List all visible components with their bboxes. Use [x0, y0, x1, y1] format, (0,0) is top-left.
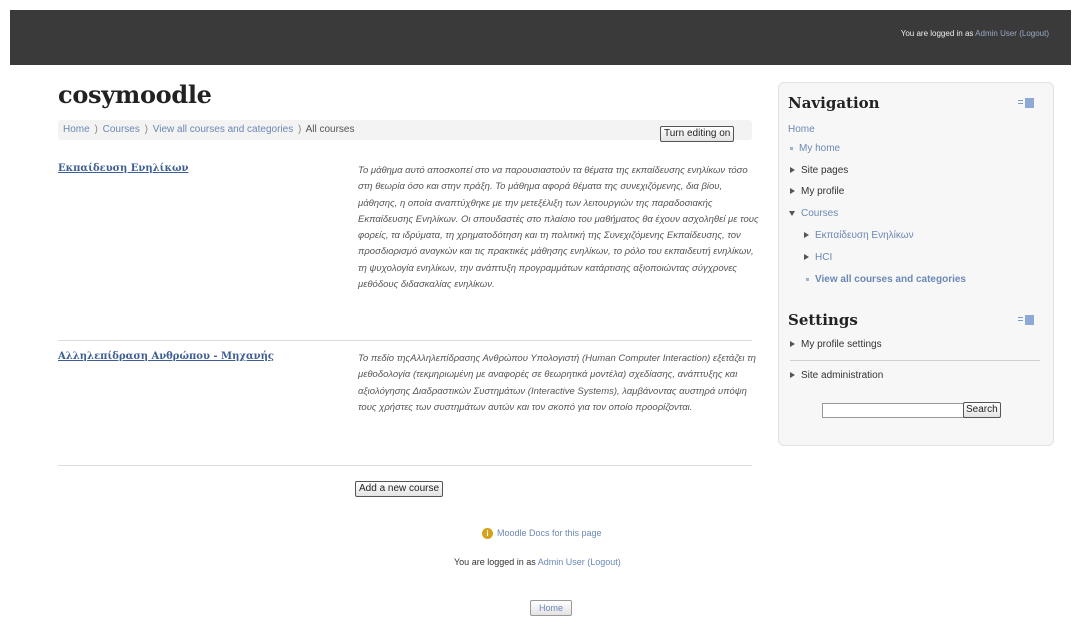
triangle-right-icon [790, 341, 795, 348]
nav-item-site-pages[interactable]: Site pages [790, 165, 848, 176]
triangle-down-icon [789, 210, 795, 216]
home-button[interactable]: Home [530, 600, 573, 616]
breadcrumb-current: All courses [305, 124, 355, 135]
bullet-icon [790, 146, 793, 150]
breadcrumb-separator: ) [94, 124, 98, 135]
nav-home-link[interactable]: Home [788, 124, 815, 135]
nav-view-all-link[interactable]: View all courses and categories [815, 274, 966, 285]
nav-item-course-adult-education[interactable]: Εκπαίδευση Ενηλίκων [804, 230, 914, 241]
triangle-right-icon [790, 188, 795, 195]
breadcrumb-bar: Home ) Courses ) View all courses and ca… [58, 120, 752, 140]
settings-item-my-profile-settings[interactable]: My profile settings [790, 339, 882, 350]
nav-item-my-profile[interactable]: My profile [790, 186, 844, 197]
nav-course-1-link[interactable]: Εκπαίδευση Ενηλίκων [815, 230, 914, 241]
nav-courses-link[interactable]: Courses [801, 208, 838, 219]
top-header-bar: You are logged in as Admin User (Logout) [10, 10, 1071, 65]
triangle-right-icon [790, 167, 795, 174]
breadcrumb-view-all[interactable]: View all courses and categories [153, 124, 293, 135]
site-title: cosymoodle [58, 80, 212, 109]
add-new-course-button[interactable]: Add a new course [355, 481, 444, 497]
course-divider [58, 340, 752, 341]
settings-item-site-administration[interactable]: Site administration [790, 370, 883, 381]
nav-item-course-hci[interactable]: HCI [804, 252, 832, 263]
header-login-prefix: You are logged in as [900, 29, 976, 38]
my-profile-settings-label: My profile settings [801, 339, 882, 350]
settings-divider [790, 360, 1040, 361]
breadcrumb-home[interactable]: Home [63, 124, 90, 135]
moodle-docs-icon: i [482, 528, 493, 540]
dock-block-icon[interactable] [1018, 315, 1034, 325]
triangle-right-icon [790, 372, 795, 379]
nav-my-home-link[interactable]: My home [799, 143, 840, 154]
settings-block-title: Settings [788, 311, 858, 329]
dock-block-icon[interactable] [1018, 98, 1034, 108]
course-divider [58, 465, 752, 466]
course-row: Αλληλεπίδραση Ανθρώπου - Μηχανής Το πεδί… [58, 351, 756, 461]
header-user-link[interactable]: Admin User [975, 29, 1017, 38]
footer-user-link[interactable]: Admin User [538, 557, 585, 567]
breadcrumb-separator: ) [297, 124, 302, 135]
moodle-docs-link[interactable]: Moodle Docs for this page [497, 528, 602, 538]
course-link[interactable]: Εκπαίδευση Ενηλίκων [58, 163, 188, 174]
nav-site-pages-label: Site pages [801, 165, 849, 176]
nav-course-2-link[interactable]: HCI [815, 252, 832, 263]
course-link[interactable]: Αλληλεπίδραση Ανθρώπου - Μηχανής [58, 351, 274, 362]
site-administration-label: Site administration [801, 370, 884, 381]
nav-item-view-all[interactable]: View all courses and categories [806, 274, 966, 285]
nav-my-profile-label: My profile [801, 186, 845, 197]
triangle-right-icon [804, 232, 809, 239]
course-summary: Το πεδίο τηςΑλληλεπίδρασης Ανθρώπου Υπολ… [358, 353, 756, 413]
header-login-info: You are logged in as Admin User (Logout) [901, 29, 1049, 38]
turn-editing-on-button[interactable]: Turn editing on [660, 126, 735, 142]
breadcrumb: Home ) Courses ) View all courses and ca… [63, 124, 354, 135]
nav-item-courses[interactable]: Courses [789, 208, 838, 219]
moodle-docs-link-row: i Moodle Docs for this page [482, 528, 602, 540]
course-summary: Το μάθημα αυτό αποσκοπεί στο να παρουσια… [358, 165, 759, 291]
footer-logout-link[interactable]: (Logout) [587, 557, 621, 567]
search-button[interactable]: Search [963, 402, 1001, 418]
header-logout-link[interactable]: (Logout) [1019, 29, 1049, 38]
breadcrumb-courses[interactable]: Courses [103, 124, 140, 135]
bullet-icon [806, 277, 809, 281]
search-input[interactable] [822, 403, 964, 418]
nav-item-my-home[interactable]: My home [790, 143, 840, 154]
triangle-right-icon [804, 254, 809, 261]
course-row: Εκπαίδευση Ενηλίκων Το μάθημα αυτό αποσκ… [58, 163, 759, 333]
breadcrumb-separator: ) [144, 124, 148, 135]
nav-item-home[interactable]: Home [788, 124, 815, 135]
navigation-block-title: Navigation [788, 94, 880, 112]
sidebar-blocks [778, 82, 1054, 446]
footer-login-info: You are logged in as Admin User (Logout) [454, 557, 621, 567]
footer-login-prefix: You are logged in as [454, 557, 538, 567]
